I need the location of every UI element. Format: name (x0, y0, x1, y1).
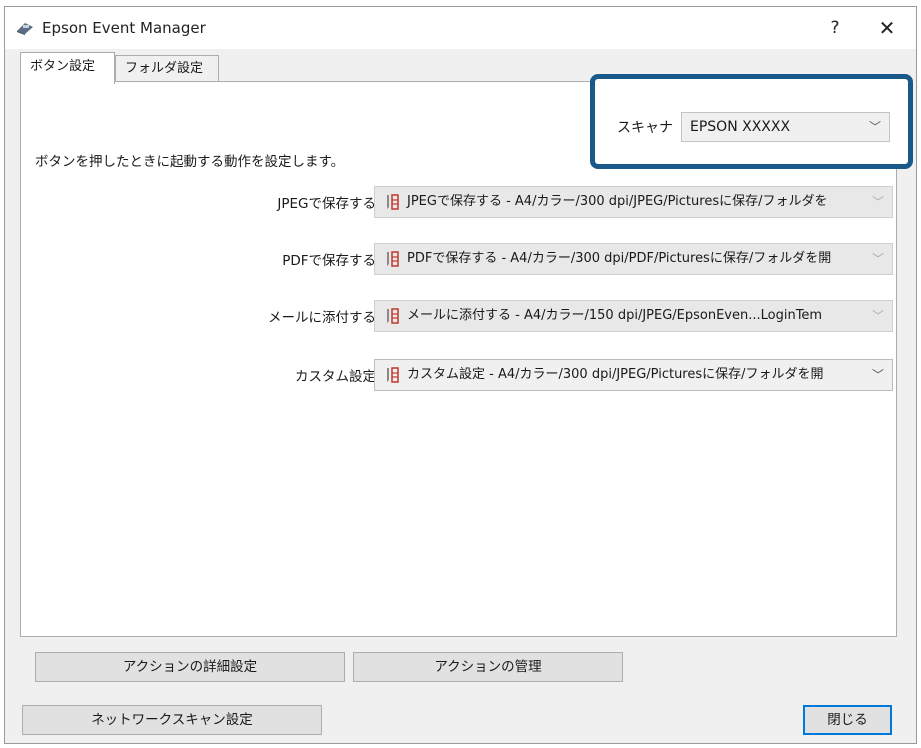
window-title: Epson Event Manager (42, 19, 206, 37)
scanner-highlight-box: スキャナ EPSON XXXXX ﹀ (590, 74, 913, 169)
network-scan-settings-button[interactable]: ネットワークスキャン設定 (22, 705, 322, 735)
email-attach-label: メールに添付する (268, 310, 376, 326)
scanner-select[interactable]: EPSON XXXXX ﹀ (681, 112, 890, 142)
title-bar: Epson Event Manager ? ✕ (5, 7, 916, 49)
close-window-button[interactable]: ✕ (872, 15, 902, 41)
custom-settings-select[interactable]: カスタム設定 - A4/カラー/300 dpi/JPEG/Picturesに保存… (374, 359, 893, 391)
custom-settings-value: カスタム設定 - A4/カラー/300 dpi/JPEG/Picturesに保存… (407, 367, 824, 382)
tool-icon (387, 251, 399, 267)
chevron-down-icon: ﹀ (867, 360, 884, 390)
pdf-save-value: PDFで保存する - A4/カラー/300 dpi/PDF/Picturesに保… (407, 251, 832, 266)
jpeg-save-select[interactable]: JPEGで保存する - A4/カラー/300 dpi/JPEG/Pictures… (374, 186, 893, 218)
action-detail-settings-button[interactable]: アクションの詳細設定 (35, 652, 345, 682)
tool-icon (387, 367, 399, 383)
custom-settings-label: カスタム設定 (295, 369, 376, 385)
scanner-label: スキャナ (617, 120, 673, 136)
email-attach-value: メールに添付する - A4/カラー/150 dpi/JPEG/EpsonEven… (407, 308, 823, 323)
jpeg-save-label: JPEGで保存する (277, 196, 376, 212)
instruction-text: ボタンを押したときに起動する動作を設定します。 (35, 154, 345, 170)
action-management-button[interactable]: アクションの管理 (353, 652, 623, 682)
chevron-down-icon: ﹀ (867, 244, 884, 274)
chevron-down-icon: ﹀ (867, 301, 884, 331)
tool-icon (387, 194, 399, 210)
scanner-select-value: EPSON XXXXX (690, 119, 791, 135)
chevron-down-icon: ﹀ (867, 187, 884, 217)
pdf-save-select[interactable]: PDFで保存する - A4/カラー/300 dpi/PDF/Picturesに保… (374, 243, 893, 275)
pdf-save-label: PDFで保存する (282, 253, 376, 269)
jpeg-save-value: JPEGで保存する - A4/カラー/300 dpi/JPEG/Pictures… (407, 194, 828, 209)
tool-icon (387, 308, 399, 324)
chevron-down-icon: ﹀ (868, 120, 881, 134)
email-attach-select[interactable]: メールに添付する - A4/カラー/150 dpi/JPEG/EpsonEven… (374, 300, 893, 332)
tab-button-settings[interactable]: ボタン設定 (20, 52, 115, 84)
epson-scanner-icon (17, 23, 33, 35)
tab-folder-settings[interactable]: フォルダ設定 (115, 55, 219, 82)
help-button[interactable]: ? (820, 15, 850, 41)
close-button[interactable]: 閉じる (803, 705, 892, 735)
